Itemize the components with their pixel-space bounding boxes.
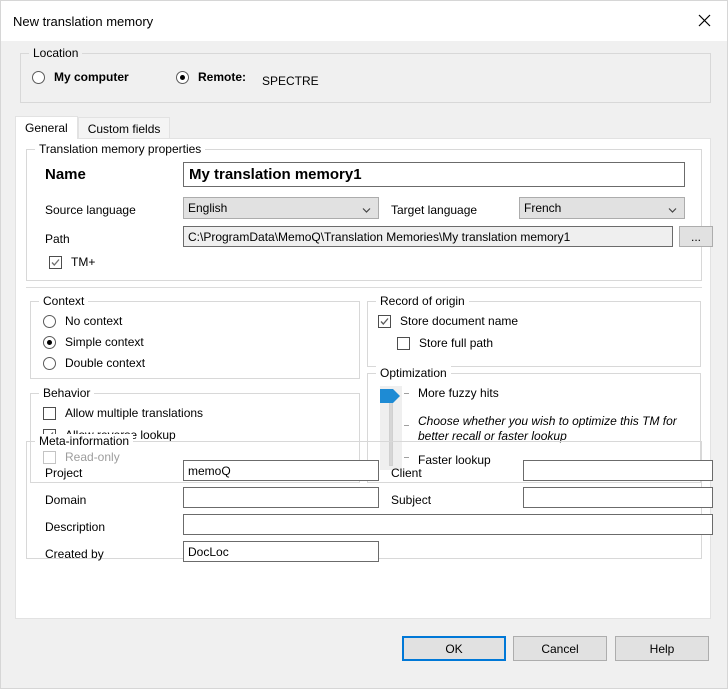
subject-label: Subject: [391, 493, 432, 507]
radio-no-context-label: No context: [65, 314, 123, 328]
radio-remote-label: Remote:: [198, 70, 247, 84]
client-label: Client: [391, 466, 422, 480]
checkbox-tm-plus-label: TM+: [71, 255, 96, 269]
source-language-value: English: [188, 201, 228, 215]
checkbox-allow-multiple-translations-label: Allow multiple translations: [65, 406, 204, 420]
domain-label: Domain: [45, 493, 87, 507]
checkbox-store-full-path[interactable]: Store full path: [397, 336, 493, 350]
client-input[interactable]: [523, 460, 713, 481]
description-input[interactable]: [183, 514, 713, 535]
name-label: Name: [45, 166, 86, 183]
checkbox-allow-multiple-translations[interactable]: Allow multiple translations: [43, 406, 203, 420]
window-title: New translation memory: [13, 13, 154, 29]
tab-custom-fields[interactable]: Custom fields: [77, 117, 171, 139]
section-divider: [26, 287, 702, 288]
radio-no-context-indicator[interactable]: [43, 314, 56, 328]
description-label: Description: [45, 520, 106, 534]
project-label: Project: [45, 466, 83, 480]
domain-input[interactable]: [183, 487, 379, 508]
optimization-top-label: More fuzzy hits: [418, 386, 499, 400]
tab-strip: General Custom fields: [15, 116, 711, 139]
location-legend: Location: [29, 46, 83, 60]
radio-my-computer-label: My computer: [54, 70, 129, 84]
tm-properties-legend: Translation memory properties: [35, 142, 206, 156]
checkbox-store-full-path-indicator[interactable]: [397, 336, 410, 350]
checkbox-tm-plus-indicator[interactable]: [49, 255, 62, 269]
cancel-button[interactable]: Cancel: [513, 636, 607, 661]
title-bar: New translation memory: [1, 1, 727, 41]
record-of-origin-group: Record of origin Store document name Sto…: [367, 294, 701, 367]
created-by-label: Created by: [45, 547, 104, 561]
context-legend: Context: [39, 294, 89, 308]
ok-button[interactable]: OK: [402, 636, 506, 661]
slider-tick-mid: [404, 425, 409, 426]
checkbox-store-document-name-indicator[interactable]: [378, 314, 391, 328]
radio-simple-context-label: Simple context: [65, 335, 144, 349]
tab-panel-general: Translation memory properties Name My tr…: [15, 138, 713, 619]
meta-information-group: Meta-information Project memoQ Client Do…: [26, 434, 713, 562]
checkbox-tm-plus[interactable]: TM+: [49, 255, 95, 269]
created-by-input[interactable]: DocLoc: [183, 541, 379, 562]
context-group: Context No context Simple context Double…: [30, 294, 360, 379]
subject-input[interactable]: [523, 487, 713, 508]
checkbox-store-document-name[interactable]: Store document name: [378, 314, 518, 328]
radio-my-computer-indicator[interactable]: [32, 70, 45, 84]
slider-tick-top: [404, 393, 409, 394]
target-language-select[interactable]: French: [519, 197, 685, 219]
path-label: Path: [45, 232, 70, 246]
radio-my-computer[interactable]: My computer: [32, 70, 129, 84]
name-input[interactable]: My translation memory1: [183, 162, 685, 187]
chevron-down-icon: [362, 204, 371, 213]
source-language-select[interactable]: English: [183, 197, 379, 219]
dialog-footer: OK Cancel Help: [1, 622, 728, 688]
optimization-slider-thumb[interactable]: [380, 389, 401, 403]
radio-simple-context-indicator[interactable]: [43, 335, 56, 349]
radio-simple-context[interactable]: Simple context: [43, 335, 144, 349]
record-of-origin-legend: Record of origin: [376, 294, 469, 308]
help-button[interactable]: Help: [615, 636, 709, 661]
optimization-hint: Choose whether you wish to optimize this…: [418, 414, 677, 443]
checkbox-allow-multiple-translations-indicator[interactable]: [43, 406, 56, 420]
target-language-value: French: [524, 201, 562, 215]
chevron-down-icon: [668, 204, 677, 213]
radio-no-context[interactable]: No context: [43, 314, 122, 328]
path-input[interactable]: C:\ProgramData\MemoQ\Translation Memorie…: [183, 226, 673, 247]
close-icon[interactable]: [681, 1, 727, 39]
dialog-window: New translation memory Location My compu…: [0, 0, 728, 689]
radio-double-context[interactable]: Double context: [43, 356, 145, 370]
radio-double-context-label: Double context: [65, 356, 146, 370]
project-input[interactable]: memoQ: [183, 460, 379, 481]
optimization-legend: Optimization: [376, 366, 451, 380]
checkbox-store-document-name-label: Store document name: [400, 314, 519, 328]
tm-properties-group: Translation memory properties Name My tr…: [26, 142, 713, 281]
target-language-label: Target language: [391, 203, 478, 217]
remote-server-name: SPECTRE: [262, 74, 319, 88]
checkbox-store-full-path-label: Store full path: [419, 336, 494, 350]
radio-remote-indicator[interactable]: [176, 70, 189, 84]
tab-general[interactable]: General: [15, 116, 78, 139]
browse-button[interactable]: ...: [679, 226, 713, 247]
source-language-label: Source language: [45, 203, 136, 217]
radio-double-context-indicator[interactable]: [43, 356, 56, 370]
radio-remote[interactable]: Remote:: [176, 70, 246, 84]
location-group: Location My computer Remote: SPECTRE: [20, 46, 711, 103]
behavior-legend: Behavior: [39, 386, 95, 400]
meta-information-legend: Meta-information: [35, 434, 134, 448]
